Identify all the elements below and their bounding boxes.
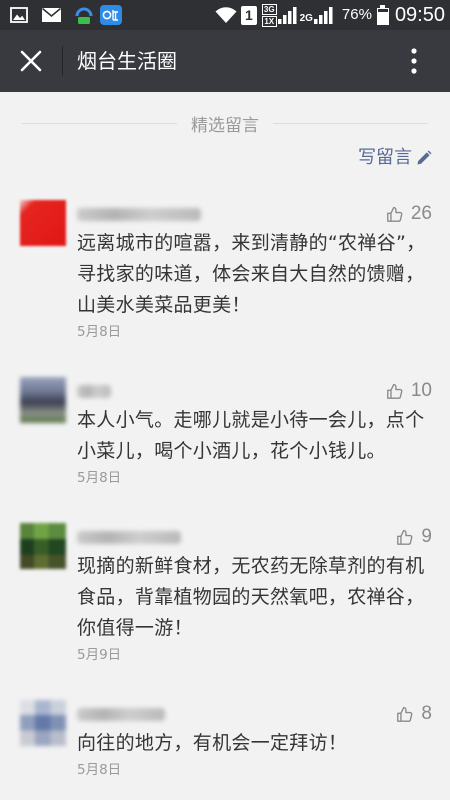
comment-body: 9 现摘的新鲜食材，无农药无除草剂的有机 食品，背靠植物园的天然氧吧，农禅谷， … (77, 523, 450, 666)
comment-text-line: 本人小气。走哪儿就是小待一会儿，点个 (77, 409, 425, 431)
close-button[interactable] (17, 47, 45, 75)
section-heading-label: 精选留言 (191, 115, 259, 136)
nickname-blurred (77, 207, 201, 221)
nickname-blurred (77, 530, 181, 544)
thumbs-up-icon (395, 528, 414, 547)
comment-text-line: 向往的地方，有机会一定拜访！ (77, 732, 348, 754)
comment-item: 26 远离城市的喧嚣，来到清静的“农禅谷”， 寻找家的味道，体会来自大自然的馈赠… (0, 200, 450, 343)
comment-date: 5月8日 (77, 762, 122, 778)
like-count: 26 (410, 203, 432, 224)
comment-header: 9 (77, 523, 450, 551)
pencil-icon (416, 150, 432, 166)
title-bar: 烟台生活圈 (0, 30, 450, 92)
comments-page: 精选留言 写留言 26 远离城市的喧嚣，来到清静的“农禅谷”， 寻找家的味道，体… (0, 92, 450, 781)
battery-icon (376, 5, 389, 25)
signal-icon (313, 6, 334, 24)
like-count: 10 (410, 380, 432, 401)
avatar[interactable] (20, 377, 66, 423)
status-bar: 1 3G 1X 2G 76% 09:50 (0, 0, 450, 30)
close-icon (20, 50, 42, 72)
comment-item: 9 现摘的新鲜食材，无农药无除草剂的有机 食品，背靠植物园的天然氧吧，农禅谷， … (0, 523, 450, 666)
comment-header: 8 (77, 700, 450, 728)
write-comment-label: 写留言 (358, 147, 412, 168)
avatar[interactable] (20, 200, 66, 246)
comment-body: 26 远离城市的喧嚣，来到清静的“农禅谷”， 寻找家的味道，体会来自大自然的馈赠… (77, 200, 450, 343)
page-title: 烟台生活圈 (77, 49, 177, 73)
avatar[interactable] (20, 523, 66, 569)
status-indicators: 1 3G 1X 2G 76% 09:50 (215, 0, 445, 30)
heading-divider-left (22, 122, 177, 124)
like-button[interactable]: 9 (395, 523, 432, 551)
comment-date: 5月8日 (77, 470, 122, 486)
comment-item: 10 本人小气。走哪儿就是小待一会儿，点个 小菜儿，喝个小酒儿，花个小钱儿。 5… (0, 377, 450, 489)
gallery-icon (10, 6, 28, 24)
title-bar-divider (62, 46, 63, 76)
comment-body: 10 本人小气。走哪儿就是小待一会儿，点个 小菜儿，喝个小酒儿，花个小钱儿。 5… (77, 377, 450, 489)
heading-divider-right (273, 122, 428, 124)
comment-item: 8 向往的地方，有机会一定拜访！ 5月8日 (0, 700, 450, 781)
comment-list: 26 远离城市的喧嚣，来到清静的“农禅谷”， 寻找家的味道，体会来自大自然的馈赠… (0, 200, 450, 781)
network-type-secondary: 2G (299, 13, 313, 24)
like-button[interactable]: 8 (395, 700, 432, 728)
comment-text: 现摘的新鲜食材，无农药无除草剂的有机 食品，背靠植物园的天然氧吧，农禅谷， 你值… (77, 551, 437, 644)
wifi-icon (215, 6, 237, 24)
write-comment-button[interactable]: 写留言 (358, 146, 432, 170)
like-button[interactable]: 26 (385, 200, 432, 228)
network-type-bottom: 1X (261, 15, 277, 27)
comment-body: 8 向往的地方，有机会一定拜访！ 5月8日 (77, 700, 450, 781)
sync-app-icon (73, 4, 95, 26)
comment-text-line: 食品，背靠植物园的天然氧吧，农禅谷， (77, 586, 425, 608)
thumbs-up-icon (385, 205, 404, 224)
comment-text: 远离城市的喧嚣，来到清静的“农禅谷”， 寻找家的味道，体会来自大自然的馈赠， 山… (77, 228, 437, 321)
like-count: 8 (421, 703, 432, 724)
like-count: 9 (421, 526, 432, 547)
more-vertical-icon (411, 48, 417, 74)
sim-slot-badge: 1 (240, 5, 257, 25)
comment-text-line: 寻找家的味道，体会来自大自然的馈赠， (77, 263, 425, 285)
thumbs-up-icon (385, 382, 404, 401)
comment-date: 5月9日 (77, 647, 122, 663)
mail-icon (41, 7, 62, 22)
app-notification-icon (100, 5, 122, 25)
comment-text: 向往的地方，有机会一定拜访！ (77, 728, 437, 759)
battery-level-fill (377, 12, 388, 24)
comment-text-line: 远离城市的喧嚣，来到清静的“农禅谷”， (77, 232, 426, 254)
like-button[interactable]: 10 (385, 377, 432, 405)
section-heading: 精选留言 (0, 104, 450, 142)
comment-header: 10 (77, 377, 450, 405)
comment-text: 本人小气。走哪儿就是小待一会儿，点个 小菜儿，喝个小酒儿，花个小钱儿。 (77, 405, 437, 467)
battery-percent: 76% (341, 6, 372, 23)
comment-text-line: 小菜儿，喝个小酒儿，花个小钱儿。 (77, 440, 386, 462)
comment-text-line: 山美水美菜品更美！ (77, 294, 251, 316)
battery-body (376, 7, 389, 25)
thumbs-up-icon (395, 705, 414, 724)
nickname-blurred (77, 384, 111, 398)
comment-header: 26 (77, 200, 450, 228)
nickname-blurred (77, 707, 165, 721)
write-comment-row: 写留言 (0, 146, 450, 170)
comment-text-line: 你值得一游！ (77, 617, 193, 639)
clock: 09:50 (394, 4, 445, 26)
more-menu-button[interactable] (409, 48, 419, 74)
comment-date: 5月8日 (77, 324, 122, 340)
comment-text-line: 现摘的新鲜食材，无农药无除草剂的有机 (77, 555, 425, 577)
network-type-top: 3G (261, 3, 277, 15)
signal-icon (277, 6, 298, 24)
network-type-primary: 3G 1X (261, 3, 277, 27)
avatar[interactable] (20, 700, 66, 746)
